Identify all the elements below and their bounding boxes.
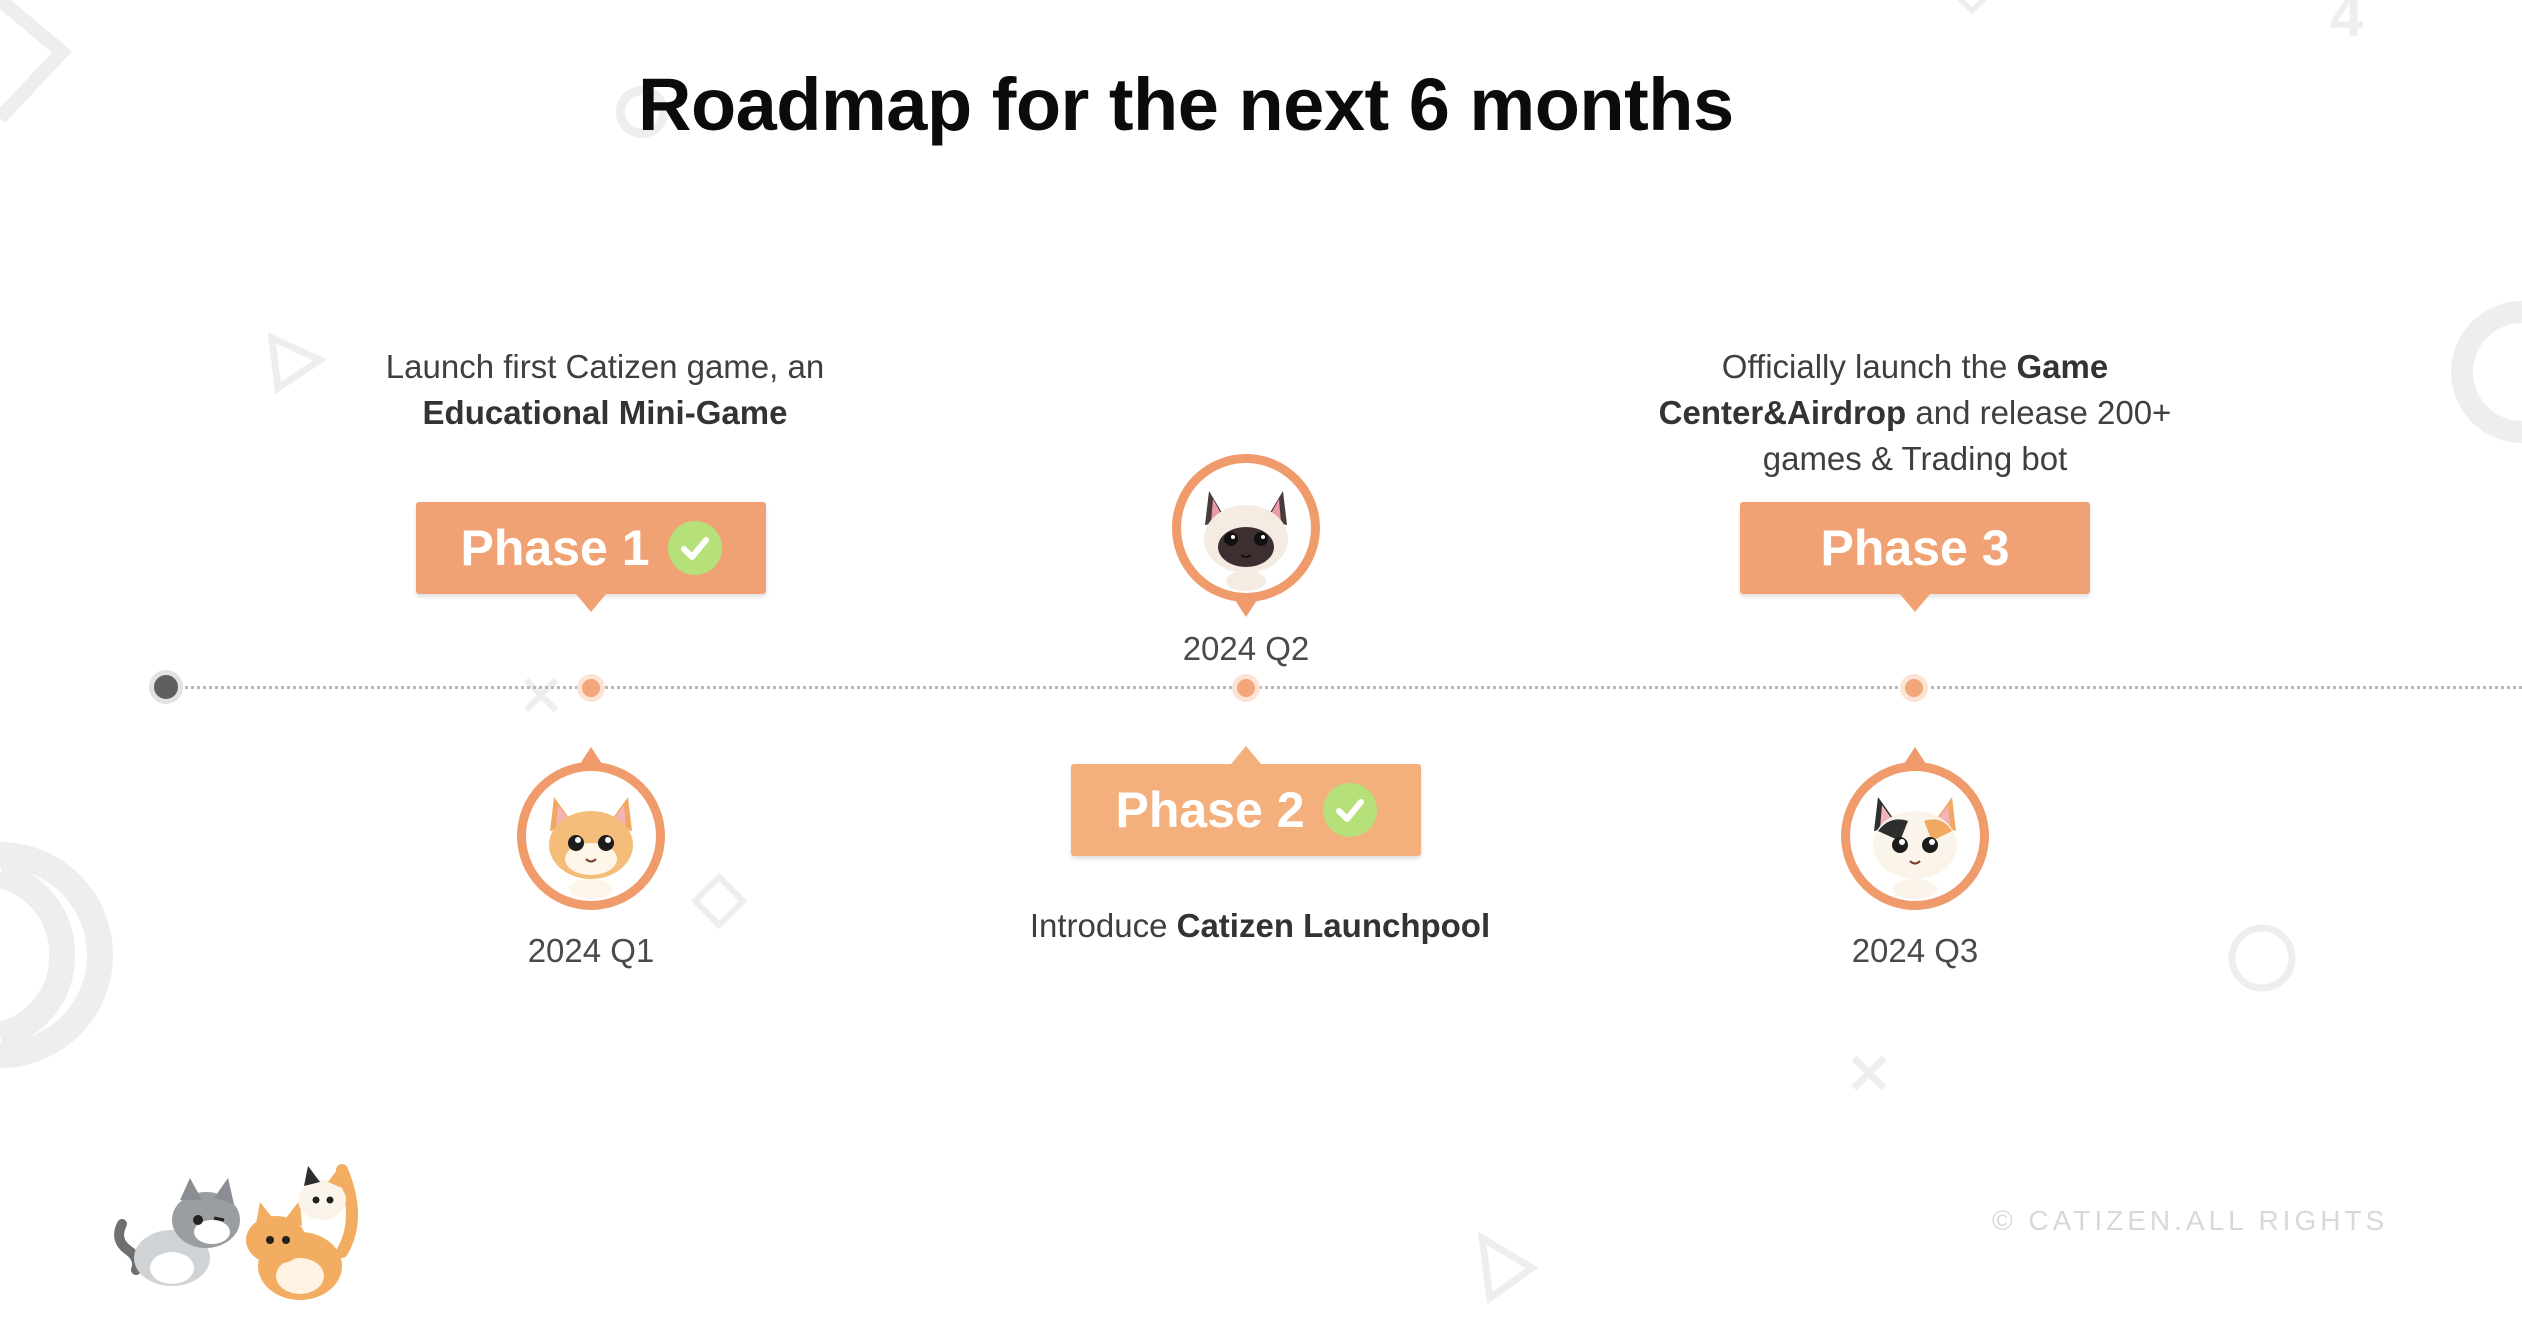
date-q3: 2024 Q3 [1851, 932, 1979, 969]
phase-3-description: Officially launch the Game Center&Airdro… [1658, 348, 2172, 477]
calico-cat-avatar [1841, 747, 1989, 910]
phase-2-description: Introduce Catizen Launchpool [1029, 907, 1491, 944]
siamese-cat-avatar [1172, 454, 1320, 617]
phase-1-label: Phase 1 [416, 502, 766, 612]
check-icon [667, 521, 722, 575]
check-icon [1322, 783, 1377, 837]
timeline-dot-q2 [1232, 674, 1260, 702]
cat-mascots-illustration [114, 1164, 358, 1300]
timeline-start-dot [149, 670, 183, 704]
timeline-line [166, 686, 2522, 689]
pin-pointer [1233, 597, 1259, 617]
phase-3-label: Phase 3 [1740, 502, 2090, 612]
orange-cat-avatar [517, 747, 665, 910]
svg-text:4: 4 [2330, 0, 2364, 49]
date-q2: 2024 Q2 [1182, 630, 1310, 667]
timeline-dot-q1 [577, 674, 605, 702]
date-q1: 2024 Q1 [527, 932, 655, 969]
phase-1-description: Launch first Catizen game, an Educationa… [385, 348, 825, 431]
page-title: Roadmap for the next 6 months [638, 63, 1734, 146]
timeline-dot-q3 [1900, 674, 1928, 702]
copyright-text: © CATIZEN.ALL RIGHTS [1992, 1205, 2389, 1236]
phase-2-label: Phase 2 [1071, 746, 1421, 856]
pin-pointer [1902, 747, 1928, 767]
pin-pointer [578, 747, 604, 767]
